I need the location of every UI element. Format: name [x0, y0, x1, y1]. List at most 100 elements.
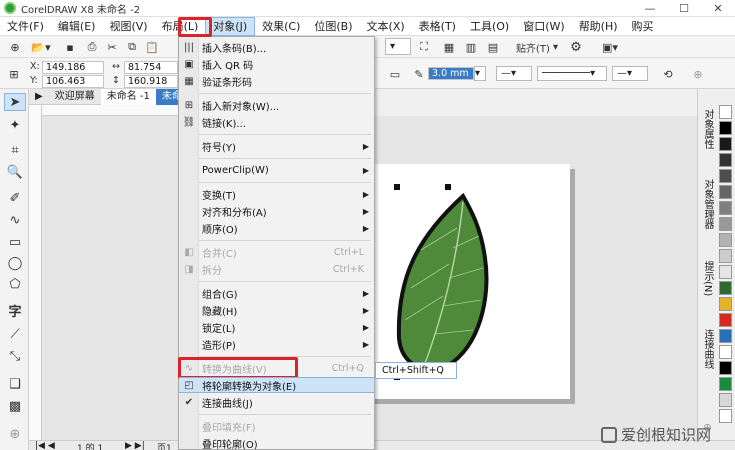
menu-item-9[interactable]: PowerClip(W) ▶ [179, 162, 374, 178]
menu-item-11[interactable]: 变换(T) ▶ [179, 186, 374, 202]
drop-shadow-tool-icon[interactable]: ❑ [4, 375, 26, 393]
add-tool-icon[interactable]: ⊕ [4, 425, 26, 443]
menu-object[interactable]: 对象(J) [205, 16, 256, 36]
maximize-icon[interactable]: ☐ [667, 0, 701, 17]
snap-to-dropdown[interactable]: 贴齐(T) ▾ [512, 39, 562, 55]
menu-bitmaps[interactable]: 位图(B) [307, 17, 359, 36]
menu-layout[interactable]: 布局(L) [155, 17, 206, 36]
open-icon[interactable]: 📂▾ [30, 39, 52, 55]
page-nav-first-icon[interactable]: |◀ ◀ [35, 441, 55, 450]
menu-view[interactable]: 视图(V) [102, 17, 154, 36]
menu-item-18[interactable]: 组合(G) ▶ [179, 285, 374, 301]
rectangle-tool-icon[interactable]: ▭ [4, 233, 26, 251]
color-swatch[interactable] [719, 361, 732, 375]
line-style-dropdown[interactable]: ────────▾ [537, 66, 607, 81]
menu-item-5[interactable]: ⛓ 链接(K)... [179, 114, 374, 130]
menu-effects[interactable]: 效果(C) [255, 17, 307, 36]
full-screen-icon[interactable]: ⛶ [416, 39, 432, 55]
shape-tool-icon[interactable]: ✦ [4, 116, 26, 134]
menu-item-4[interactable]: ⊞ 插入新对象(W)... [179, 97, 374, 113]
menu-help[interactable]: 帮助(H) [572, 17, 625, 36]
color-swatch[interactable] [719, 233, 732, 247]
freehand-tool-icon[interactable]: ✐ [4, 189, 26, 207]
color-swatch[interactable] [719, 137, 732, 151]
menu-item-13[interactable]: 顺序(O) ▶ [179, 220, 374, 236]
launcher-dropdown-icon[interactable]: ▣▾ [596, 39, 624, 55]
show-grid-icon[interactable]: ▥ [462, 39, 480, 55]
tab-welcome-screen[interactable]: 欢迎屏幕 [49, 89, 101, 105]
artistic-media-icon[interactable]: ∿ [4, 211, 26, 229]
color-swatch[interactable] [719, 265, 732, 279]
tab-document-1[interactable]: 未命名 -1 [100, 88, 156, 105]
menu-item-0[interactable]: ||| 插入条码(B)... [179, 39, 374, 55]
width-field[interactable]: 81.754 mm [124, 61, 178, 84]
docker-tab-hints[interactable]: 提示(N) [700, 261, 715, 311]
color-swatch[interactable] [719, 393, 732, 407]
end-arrow-dropdown[interactable]: —▾ [612, 66, 648, 81]
start-arrow-dropdown[interactable]: —▾ [496, 66, 532, 81]
color-swatch[interactable] [719, 217, 732, 231]
text-tool-icon[interactable]: 字 [4, 301, 26, 320]
page-tab[interactable]: 页1 [157, 441, 172, 450]
minimize-icon[interactable]: — [633, 0, 667, 17]
color-swatch[interactable] [719, 313, 732, 327]
menu-text[interactable]: 文本(X) [360, 17, 412, 36]
menu-tools[interactable]: 工具(O) [463, 17, 516, 36]
mirror-icon[interactable]: ▭ [385, 66, 405, 82]
color-swatch[interactable] [719, 377, 732, 391]
menu-item-19[interactable]: 隐藏(H) ▶ [179, 302, 374, 318]
color-swatch[interactable] [719, 345, 732, 359]
color-swatch[interactable] [719, 297, 732, 311]
color-swatch[interactable] [719, 153, 732, 167]
object-origin-icon[interactable]: ⊞ [6, 66, 22, 82]
y-position-field[interactable]: 106.463 mm [42, 75, 104, 98]
crop-tool-icon[interactable]: ⌗ [4, 141, 26, 159]
menu-item-20[interactable]: 锁定(L) ▶ [179, 319, 374, 335]
menu-file[interactable]: 文件(F) [0, 17, 51, 36]
height-field[interactable]: 160.918 mm [124, 75, 178, 98]
color-swatch[interactable] [719, 249, 732, 263]
docker-tab-object-properties[interactable]: 对象属性 [700, 109, 715, 169]
convert-to-curves-icon[interactable]: ⟲ [660, 66, 676, 82]
menu-item-28[interactable]: 叠印轮廓(O) [179, 435, 374, 450]
selection-handle[interactable] [394, 184, 400, 190]
show-guides-icon[interactable]: ▤ [484, 39, 502, 55]
menu-edit[interactable]: 编辑(E) [51, 17, 103, 36]
selection-handle[interactable] [445, 184, 451, 190]
menu-window[interactable]: 窗口(W) [516, 17, 571, 36]
add-icon[interactable]: ⊕ [690, 66, 706, 82]
copy-icon[interactable]: ⧉ [124, 39, 140, 55]
color-swatch[interactable] [719, 121, 732, 135]
menu-item-1[interactable]: ▣ 插入 QR 码 [179, 56, 374, 72]
color-swatch[interactable] [719, 169, 732, 183]
docker-tab-join-curves[interactable]: 连接曲线 [700, 329, 715, 389]
color-swatch[interactable] [719, 409, 732, 423]
new-document-icon[interactable]: ⊕ [6, 39, 24, 55]
cut-icon[interactable]: ✂ [104, 39, 120, 55]
menu-item-7[interactable]: 符号(Y) ▶ [179, 138, 374, 154]
menu-item-21[interactable]: 造形(P) ▶ [179, 336, 374, 352]
color-swatch[interactable] [719, 201, 732, 215]
close-icon[interactable]: ✕ [701, 0, 735, 17]
menu-item-24[interactable]: ◰ 将轮廓转换为对象(E) [179, 377, 374, 393]
menu-buy[interactable]: 购买 [625, 17, 661, 36]
docker-tab-object-manager[interactable]: 对象管理器 [700, 179, 715, 249]
menu-item-12[interactable]: 对齐和分布(A) ▶ [179, 203, 374, 219]
zoom-tool-icon[interactable]: 🔍 [4, 163, 26, 181]
color-swatch[interactable] [719, 185, 732, 199]
connector-tool-icon[interactable]: ⤡ [4, 347, 26, 365]
options-gear-icon[interactable]: ⚙ [568, 39, 584, 55]
color-swatch[interactable] [719, 105, 732, 119]
menu-item-2[interactable]: ▦ 验证条形码 [179, 73, 374, 89]
color-swatch[interactable] [719, 281, 732, 295]
polygon-tool-icon[interactable]: ⬠ [4, 275, 26, 293]
x-position-field[interactable]: 149.186 mm [42, 61, 104, 84]
tab-home-icon[interactable]: ▶ [29, 89, 49, 105]
paste-icon[interactable]: 📋 [144, 39, 160, 55]
ellipse-tool-icon[interactable]: ◯ [4, 254, 26, 272]
print-icon[interactable]: ⎙ [84, 39, 100, 55]
parallel-dimension-icon[interactable]: ⟋ [4, 325, 26, 343]
color-swatch[interactable] [719, 329, 732, 343]
leaf-object[interactable] [387, 188, 497, 380]
outline-width-dropdown[interactable]: ▾ [474, 66, 486, 81]
